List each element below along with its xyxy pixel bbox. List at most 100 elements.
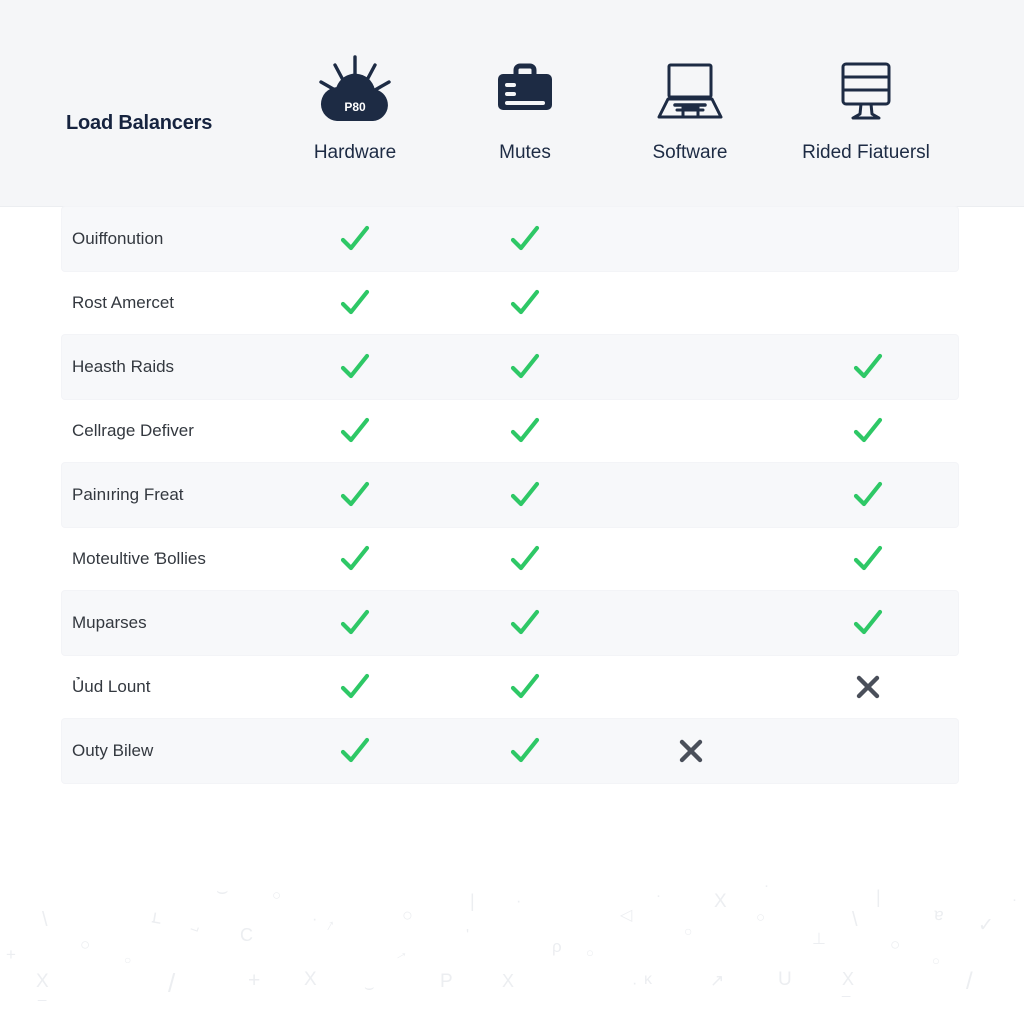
check-icon xyxy=(495,719,555,783)
check-icon xyxy=(838,527,898,591)
decorative-glyph: ○ xyxy=(684,923,693,939)
laptop-icon xyxy=(590,52,790,130)
empty-cell xyxy=(661,655,721,719)
table-row: Ủud Lount xyxy=(0,655,1024,719)
row-label: Heasth Raids xyxy=(72,357,175,376)
check-icon xyxy=(495,271,555,335)
decorative-glyph: X xyxy=(502,971,515,991)
check-icon xyxy=(325,463,385,527)
decorative-glyph-pattern: + \ ○ X _ ○ ד / ⌐ ⌣ ○ + · C X ↑ ↑ ⌣ ○ P ' | X · ρ ◁ · ○ · ĸ ○ X ↗ · ○ U ⊥ X _ |… xyxy=(0,874,1024,1024)
decorative-glyph: ○ xyxy=(272,887,282,904)
row-label: Outy Bilew xyxy=(72,741,154,760)
check-icon xyxy=(495,207,555,271)
empty-cell xyxy=(661,527,721,591)
empty-cell xyxy=(838,719,898,783)
check-icon xyxy=(325,335,385,399)
decorative-glyph: X xyxy=(304,969,317,990)
decorative-glyph: / xyxy=(966,968,973,995)
decorative-glyph: ○ xyxy=(402,905,413,925)
decorative-glyph: C xyxy=(240,925,253,945)
server-rack-icon xyxy=(766,52,966,130)
check-icon xyxy=(325,207,385,271)
decorative-glyph: ○ xyxy=(586,945,594,960)
check-icon xyxy=(325,399,385,463)
check-icon xyxy=(495,655,555,719)
decorative-glyph: ρ xyxy=(552,937,562,956)
decorative-glyph: X xyxy=(36,971,49,992)
empty-cell xyxy=(661,271,721,335)
decorative-glyph: \ xyxy=(42,909,48,931)
decorative-glyph: ⊥ xyxy=(812,931,826,948)
column-header-label: Rided Fiatuersl xyxy=(802,142,930,163)
check-icon xyxy=(325,719,385,783)
decorative-glyph: ○ xyxy=(124,953,132,967)
cross-icon xyxy=(838,655,898,719)
decorative-glyph: ↑ xyxy=(322,916,338,935)
decorative-glyph: ◁ xyxy=(620,907,633,924)
empty-cell xyxy=(661,399,721,463)
decorative-glyph: ⌣ xyxy=(364,979,375,996)
decorative-glyph: _ xyxy=(842,981,851,998)
decorative-glyph: _ xyxy=(38,985,47,1002)
row-label: Ủud Lount xyxy=(72,677,151,696)
decorative-glyph: ↑ xyxy=(392,948,411,963)
empty-cell xyxy=(661,335,721,399)
check-icon xyxy=(495,591,555,655)
check-icon xyxy=(325,271,385,335)
check-icon xyxy=(325,591,385,655)
cloud-badge-text: P80 xyxy=(344,100,366,114)
check-icon xyxy=(325,655,385,719)
empty-cell xyxy=(838,207,898,271)
table-row: Heasth Raids xyxy=(0,335,1024,399)
decorative-glyph: | xyxy=(876,887,881,907)
decorative-glyph: X xyxy=(714,891,727,912)
page-title: Load Balancers xyxy=(66,112,213,134)
feature-comparison-table: Ouiffonution Rost Amercet Heasth Raids Cell… xyxy=(0,207,1024,783)
decorative-glyph: X xyxy=(842,969,855,989)
column-header-rided-fiatuersl[interactable]: Rided Fiatuersl xyxy=(766,52,966,164)
decorative-glyph: ○ xyxy=(756,909,766,926)
decorative-glyph: · xyxy=(764,877,769,894)
check-icon xyxy=(838,335,898,399)
decorative-glyph: · xyxy=(632,975,638,992)
decorative-glyph: · xyxy=(516,893,522,910)
check-icon xyxy=(838,463,898,527)
decorative-glyph: · xyxy=(312,911,318,928)
decorative-glyph: ד xyxy=(150,908,163,929)
check-icon xyxy=(838,591,898,655)
decorative-glyph: \ xyxy=(852,909,858,931)
decorative-glyph: · xyxy=(1012,891,1017,908)
decorative-glyph: ⌐ xyxy=(187,920,202,939)
column-header-software[interactable]: Software xyxy=(590,52,790,164)
decorative-glyph: P xyxy=(440,971,453,992)
decorative-glyph: ⌣ xyxy=(216,881,229,902)
empty-cell xyxy=(661,591,721,655)
row-label: Cellrage Defiver xyxy=(72,421,194,440)
table-header-bar: Load Balancers P80 Hardware Mutes Softwa… xyxy=(0,0,1024,207)
table-row: Painıring Freat xyxy=(0,463,1024,527)
check-icon xyxy=(838,399,898,463)
row-label: Moteultive Ɓollies xyxy=(72,549,206,568)
column-header-label: Software xyxy=(652,142,728,163)
decorative-glyph: ↗ xyxy=(710,971,725,990)
decorative-glyph: ○ xyxy=(890,935,901,954)
table-row: Rost Amercet xyxy=(0,271,1024,335)
decorative-glyph: ' xyxy=(466,927,470,944)
decorative-glyph: ○ xyxy=(80,935,91,954)
check-icon xyxy=(495,463,555,527)
decorative-glyph: · xyxy=(656,887,661,904)
decorative-glyph: ○ xyxy=(932,953,940,968)
table-row: Cellrage Defiver xyxy=(0,399,1024,463)
table-row: Muparses xyxy=(0,591,1024,655)
check-icon xyxy=(495,527,555,591)
decorative-glyph: + xyxy=(6,945,16,964)
empty-cell xyxy=(661,207,721,271)
table-row: Outy Bilew xyxy=(0,719,1024,783)
table-row: Ouiffonution xyxy=(0,207,1024,271)
decorative-glyph: | xyxy=(470,891,475,911)
decorative-glyph: a xyxy=(933,906,945,927)
table-row: Moteultive Ɓollies xyxy=(0,527,1024,591)
decorative-glyph: / xyxy=(168,968,176,998)
empty-cell xyxy=(661,463,721,527)
row-label: Ouiffonution xyxy=(72,229,164,248)
